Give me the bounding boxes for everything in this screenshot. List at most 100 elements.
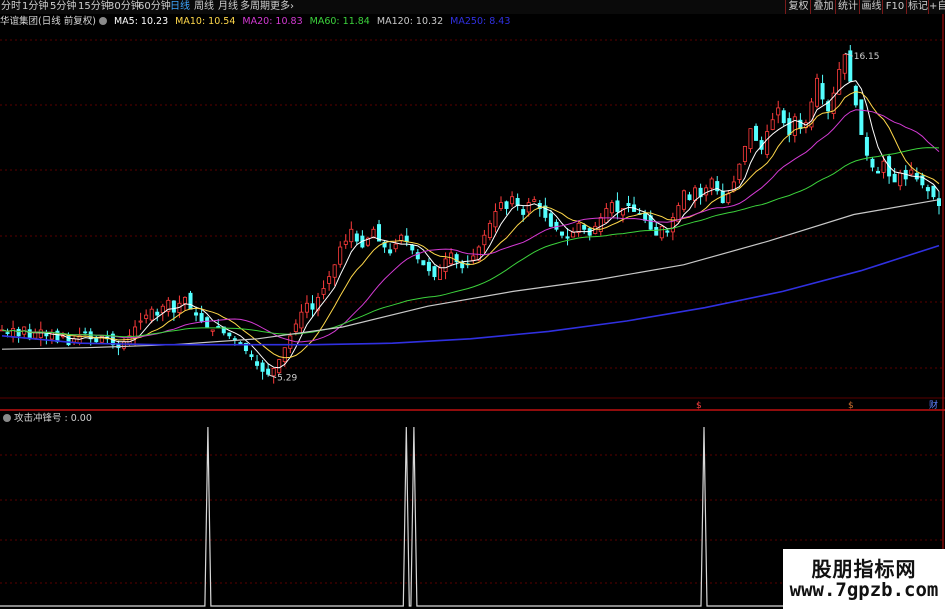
candle-body-73 xyxy=(404,235,409,242)
candle-body-78 xyxy=(432,266,437,278)
candle-body-61 xyxy=(338,246,343,265)
candle-body-123 xyxy=(681,190,686,210)
candle-body-7 xyxy=(38,329,43,338)
price-chart[interactable]: 16.15 5.29 $ $ 财 xyxy=(0,0,945,609)
candle-body-62 xyxy=(343,240,348,245)
candle-body-53 xyxy=(293,323,298,333)
candle-body-113 xyxy=(626,203,631,206)
candle-body-95 xyxy=(526,202,531,213)
candle-body-124 xyxy=(687,194,692,201)
candle-body-72 xyxy=(399,234,404,242)
watermark-title: 股朋指标网 xyxy=(811,557,917,581)
candle-body-116 xyxy=(643,212,648,221)
ma120-line xyxy=(1,199,940,350)
candle-body-64 xyxy=(354,233,359,242)
candle-body-38 xyxy=(210,329,215,332)
candle-body-120 xyxy=(665,230,670,233)
candle-body-138 xyxy=(765,131,770,155)
ma-line-45 xyxy=(1,147,940,338)
candle-body-125 xyxy=(693,187,698,201)
low-label: 5.29 xyxy=(277,374,297,384)
candle-body-37 xyxy=(205,317,210,328)
candle-body-80 xyxy=(443,258,448,273)
watermark-url: www.7gpzb.com xyxy=(789,579,939,601)
candle-body-103 xyxy=(571,231,576,238)
event-marker-2: 财 xyxy=(929,399,938,411)
candle-body-25 xyxy=(138,320,143,323)
candle-body-155 xyxy=(859,99,864,135)
candle-body-139 xyxy=(770,119,775,130)
candle-body-118 xyxy=(654,226,659,236)
candle-body-33 xyxy=(182,296,187,305)
candle-body-49 xyxy=(271,367,276,377)
indicator-label: 攻击冲锋号 : 0.00 xyxy=(14,413,92,424)
candle-body-90 xyxy=(498,202,503,209)
candle-body-164 xyxy=(909,169,914,175)
candle-body-41 xyxy=(227,332,232,337)
candle-body-39 xyxy=(216,326,221,328)
candle-body-110 xyxy=(609,202,614,214)
event-marker-1: $ xyxy=(848,401,854,411)
candle-body-15 xyxy=(83,331,88,334)
ma-line-10 xyxy=(1,91,940,359)
candle-body-60 xyxy=(332,264,337,278)
candle-body-59 xyxy=(327,276,332,284)
candle-body-8 xyxy=(44,333,49,337)
candle-body-141 xyxy=(781,110,786,124)
candle-body-26 xyxy=(144,314,149,319)
candle-body-128 xyxy=(709,178,714,189)
candle-body-47 xyxy=(260,362,265,372)
candle-body-74 xyxy=(410,245,415,251)
candle-body-94 xyxy=(521,209,526,215)
candle-body-34 xyxy=(188,292,193,310)
candle-body-158 xyxy=(876,170,881,174)
candle-body-168 xyxy=(931,185,936,198)
candle-body-77 xyxy=(426,261,431,272)
candle-body-85 xyxy=(471,255,476,261)
candle-body-35 xyxy=(194,312,199,316)
candle-body-54 xyxy=(299,311,304,329)
candle-body-140 xyxy=(776,107,781,116)
candle-body-167 xyxy=(925,187,930,192)
candle-body-88 xyxy=(487,222,492,238)
candle-body-31 xyxy=(171,300,176,313)
candle-body-2 xyxy=(11,328,16,338)
candle-body-96 xyxy=(532,199,537,202)
candle-body-63 xyxy=(349,228,354,243)
candle-body-154 xyxy=(853,85,858,106)
candle-body-102 xyxy=(565,236,570,239)
candle-body-56 xyxy=(310,303,315,310)
candle-body-12 xyxy=(66,334,71,346)
candle-body-45 xyxy=(249,354,254,357)
candle-body-159 xyxy=(881,160,886,173)
candle-body-22 xyxy=(121,341,126,349)
candle-body-92 xyxy=(510,196,515,205)
candle-body-55 xyxy=(304,302,309,313)
candle-body-91 xyxy=(504,201,509,209)
candle-body-79 xyxy=(438,267,443,280)
candle-body-48 xyxy=(266,368,271,375)
candle-body-162 xyxy=(898,172,903,187)
candle-body-76 xyxy=(421,260,426,266)
candle-body-36 xyxy=(199,313,204,322)
candle-body-101 xyxy=(559,231,564,236)
candle-body-5 xyxy=(27,329,32,340)
event-marker-0: $ xyxy=(696,401,702,411)
candle-body-142 xyxy=(787,118,792,135)
candle-body-52 xyxy=(288,335,293,349)
candle-body-42 xyxy=(232,338,237,341)
candle-body-161 xyxy=(892,173,897,183)
candle-body-89 xyxy=(493,211,498,228)
high-label: 16.15 xyxy=(854,52,880,62)
candle-body-50 xyxy=(277,359,282,374)
candle-body-119 xyxy=(659,225,664,239)
indicator-settings-icon[interactable] xyxy=(3,414,11,422)
watermark: 股朋指标网 www.7gpzb.com xyxy=(783,549,945,609)
candle-body-111 xyxy=(615,200,620,212)
candle-body-28 xyxy=(155,311,160,316)
candle-body-109 xyxy=(604,208,609,223)
candle-body-100 xyxy=(554,221,559,230)
candle-body-105 xyxy=(582,224,587,230)
candle-body-133 xyxy=(737,163,742,180)
candle-body-3 xyxy=(16,328,21,337)
